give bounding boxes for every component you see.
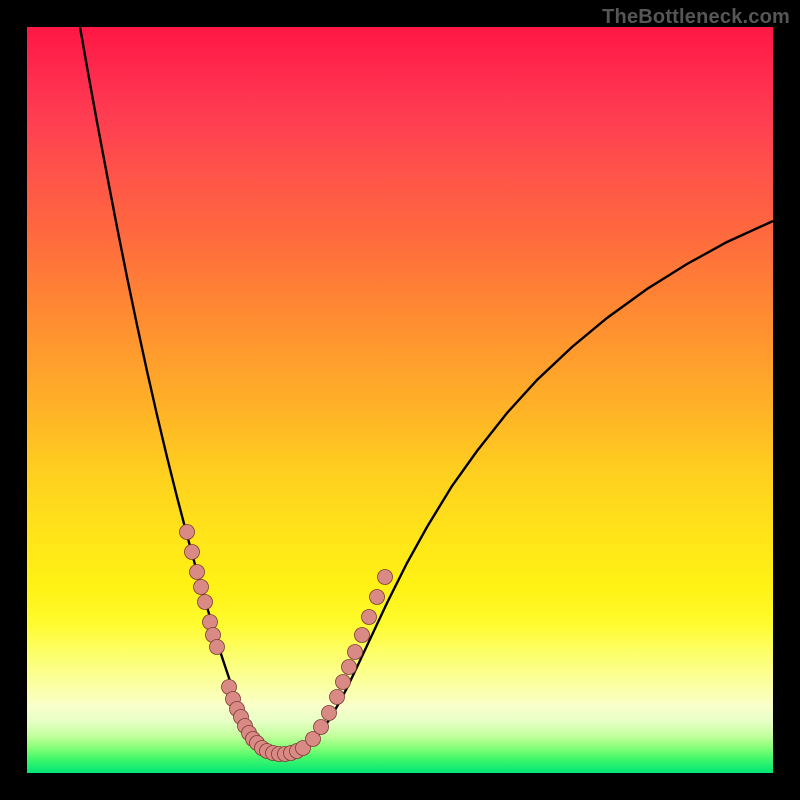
data-point [348, 645, 363, 660]
data-point [203, 615, 218, 630]
curve-line [80, 27, 773, 755]
chart-frame: TheBottleneck.com [0, 0, 800, 800]
data-point [185, 545, 200, 560]
data-point [322, 706, 337, 721]
data-point [378, 570, 393, 585]
data-point [180, 525, 195, 540]
data-point [362, 610, 377, 625]
data-point [336, 675, 351, 690]
data-point [370, 590, 385, 605]
data-point [314, 720, 329, 735]
data-point [210, 640, 225, 655]
data-point [330, 690, 345, 705]
data-point [355, 628, 370, 643]
data-point [198, 595, 213, 610]
data-points [180, 525, 393, 762]
data-point [190, 565, 205, 580]
watermark-text: TheBottleneck.com [602, 6, 790, 29]
data-point [194, 580, 209, 595]
bottleneck-curve [27, 27, 773, 773]
data-point [342, 660, 357, 675]
